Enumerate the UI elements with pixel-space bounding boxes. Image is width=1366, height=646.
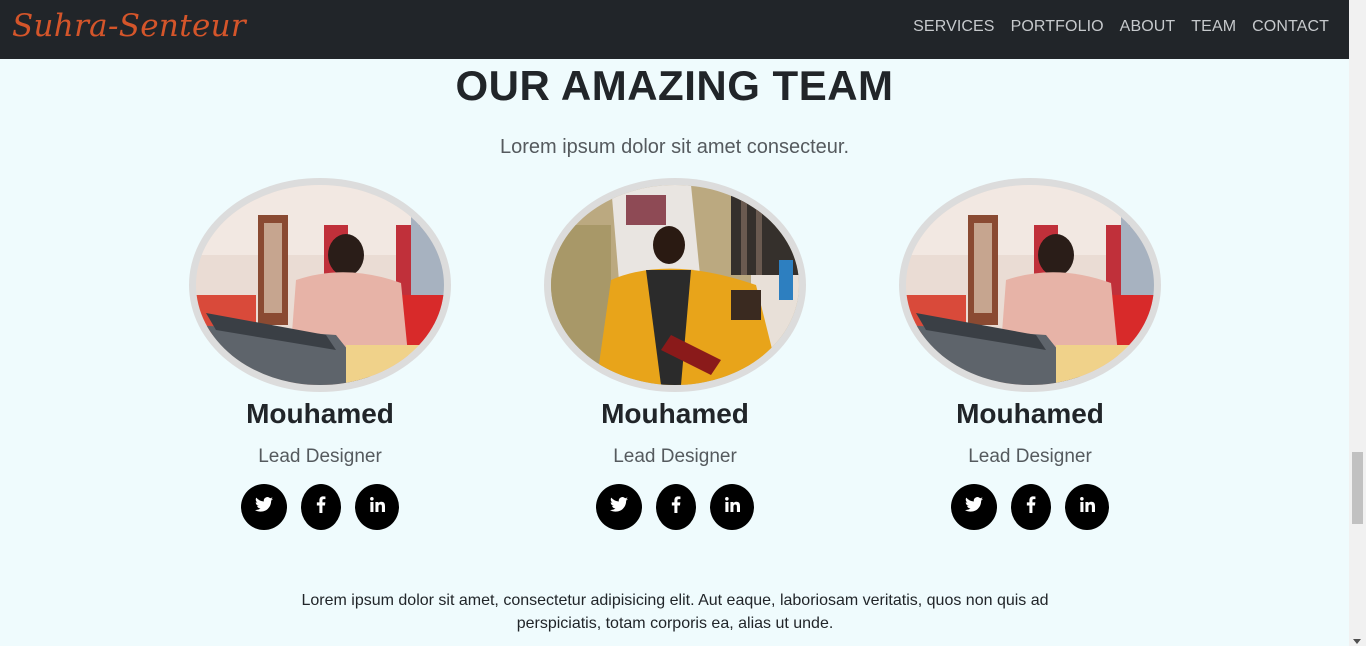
team-section-description: Lorem ipsum dolor sit amet, consectetur …	[301, 592, 1049, 632]
member-name: Mouhamed	[246, 398, 394, 429]
facebook-button[interactable]	[301, 484, 341, 530]
nav-link-team[interactable]: TEAM	[1191, 18, 1236, 36]
member-role: Lead Designer	[968, 446, 1092, 467]
member-photo	[551, 185, 799, 385]
twitter-icon	[610, 497, 628, 517]
brand-logo[interactable]: Suhra-Senteur	[12, 8, 246, 44]
navbar: Suhra-Senteur SERVICES PORTFOLIO ABOUT T…	[0, 0, 1349, 59]
twitter-button[interactable]	[241, 484, 287, 530]
member-role: Lead Designer	[258, 446, 382, 467]
member-social-links	[189, 484, 451, 530]
linkedin-button[interactable]	[355, 484, 399, 530]
facebook-icon	[671, 496, 681, 518]
member-photo	[196, 185, 444, 385]
linkedin-icon	[1079, 497, 1095, 517]
member-photo	[906, 185, 1154, 385]
linkedin-button[interactable]	[1065, 484, 1109, 530]
team-member-card: Mouhamed Lead Designer	[899, 178, 1161, 530]
member-social-links	[899, 484, 1161, 530]
twitter-button[interactable]	[596, 484, 642, 530]
team-section-subtitle: Lorem ipsum dolor sit amet consecteur.	[499, 136, 850, 158]
scroll-down-arrow-icon[interactable]	[1353, 639, 1361, 644]
twitter-icon	[255, 497, 273, 517]
nav-link-portfolio[interactable]: PORTFOLIO	[1011, 18, 1104, 36]
page-scrollbar[interactable]	[1349, 0, 1366, 646]
scrollbar-thumb[interactable]	[1352, 452, 1363, 524]
twitter-button[interactable]	[951, 484, 997, 530]
linkedin-icon	[724, 497, 740, 517]
twitter-icon	[965, 497, 983, 517]
team-member-card: Mouhamed Lead Designer	[189, 178, 451, 530]
nav-link-contact[interactable]: CONTACT	[1252, 18, 1329, 36]
member-name: Mouhamed	[956, 398, 1104, 429]
facebook-icon	[1026, 496, 1036, 518]
linkedin-button[interactable]	[710, 484, 754, 530]
member-social-links	[544, 484, 806, 530]
linkedin-icon	[369, 497, 385, 517]
member-photo-frame	[899, 178, 1161, 392]
nav-links: SERVICES PORTFOLIO ABOUT TEAM CONTACT	[913, 18, 1329, 36]
nav-link-services[interactable]: SERVICES	[913, 18, 994, 36]
facebook-icon	[316, 496, 326, 518]
team-section-title: OUR AMAZING TEAM	[455, 62, 894, 109]
member-photo-frame	[189, 178, 451, 392]
member-photo-frame	[544, 178, 806, 392]
nav-link-about[interactable]: ABOUT	[1120, 18, 1176, 36]
team-member-card: Mouhamed Lead Designer	[544, 178, 806, 530]
member-role: Lead Designer	[613, 446, 737, 467]
member-name: Mouhamed	[601, 398, 749, 429]
facebook-button[interactable]	[1011, 484, 1051, 530]
facebook-button[interactable]	[656, 484, 696, 530]
